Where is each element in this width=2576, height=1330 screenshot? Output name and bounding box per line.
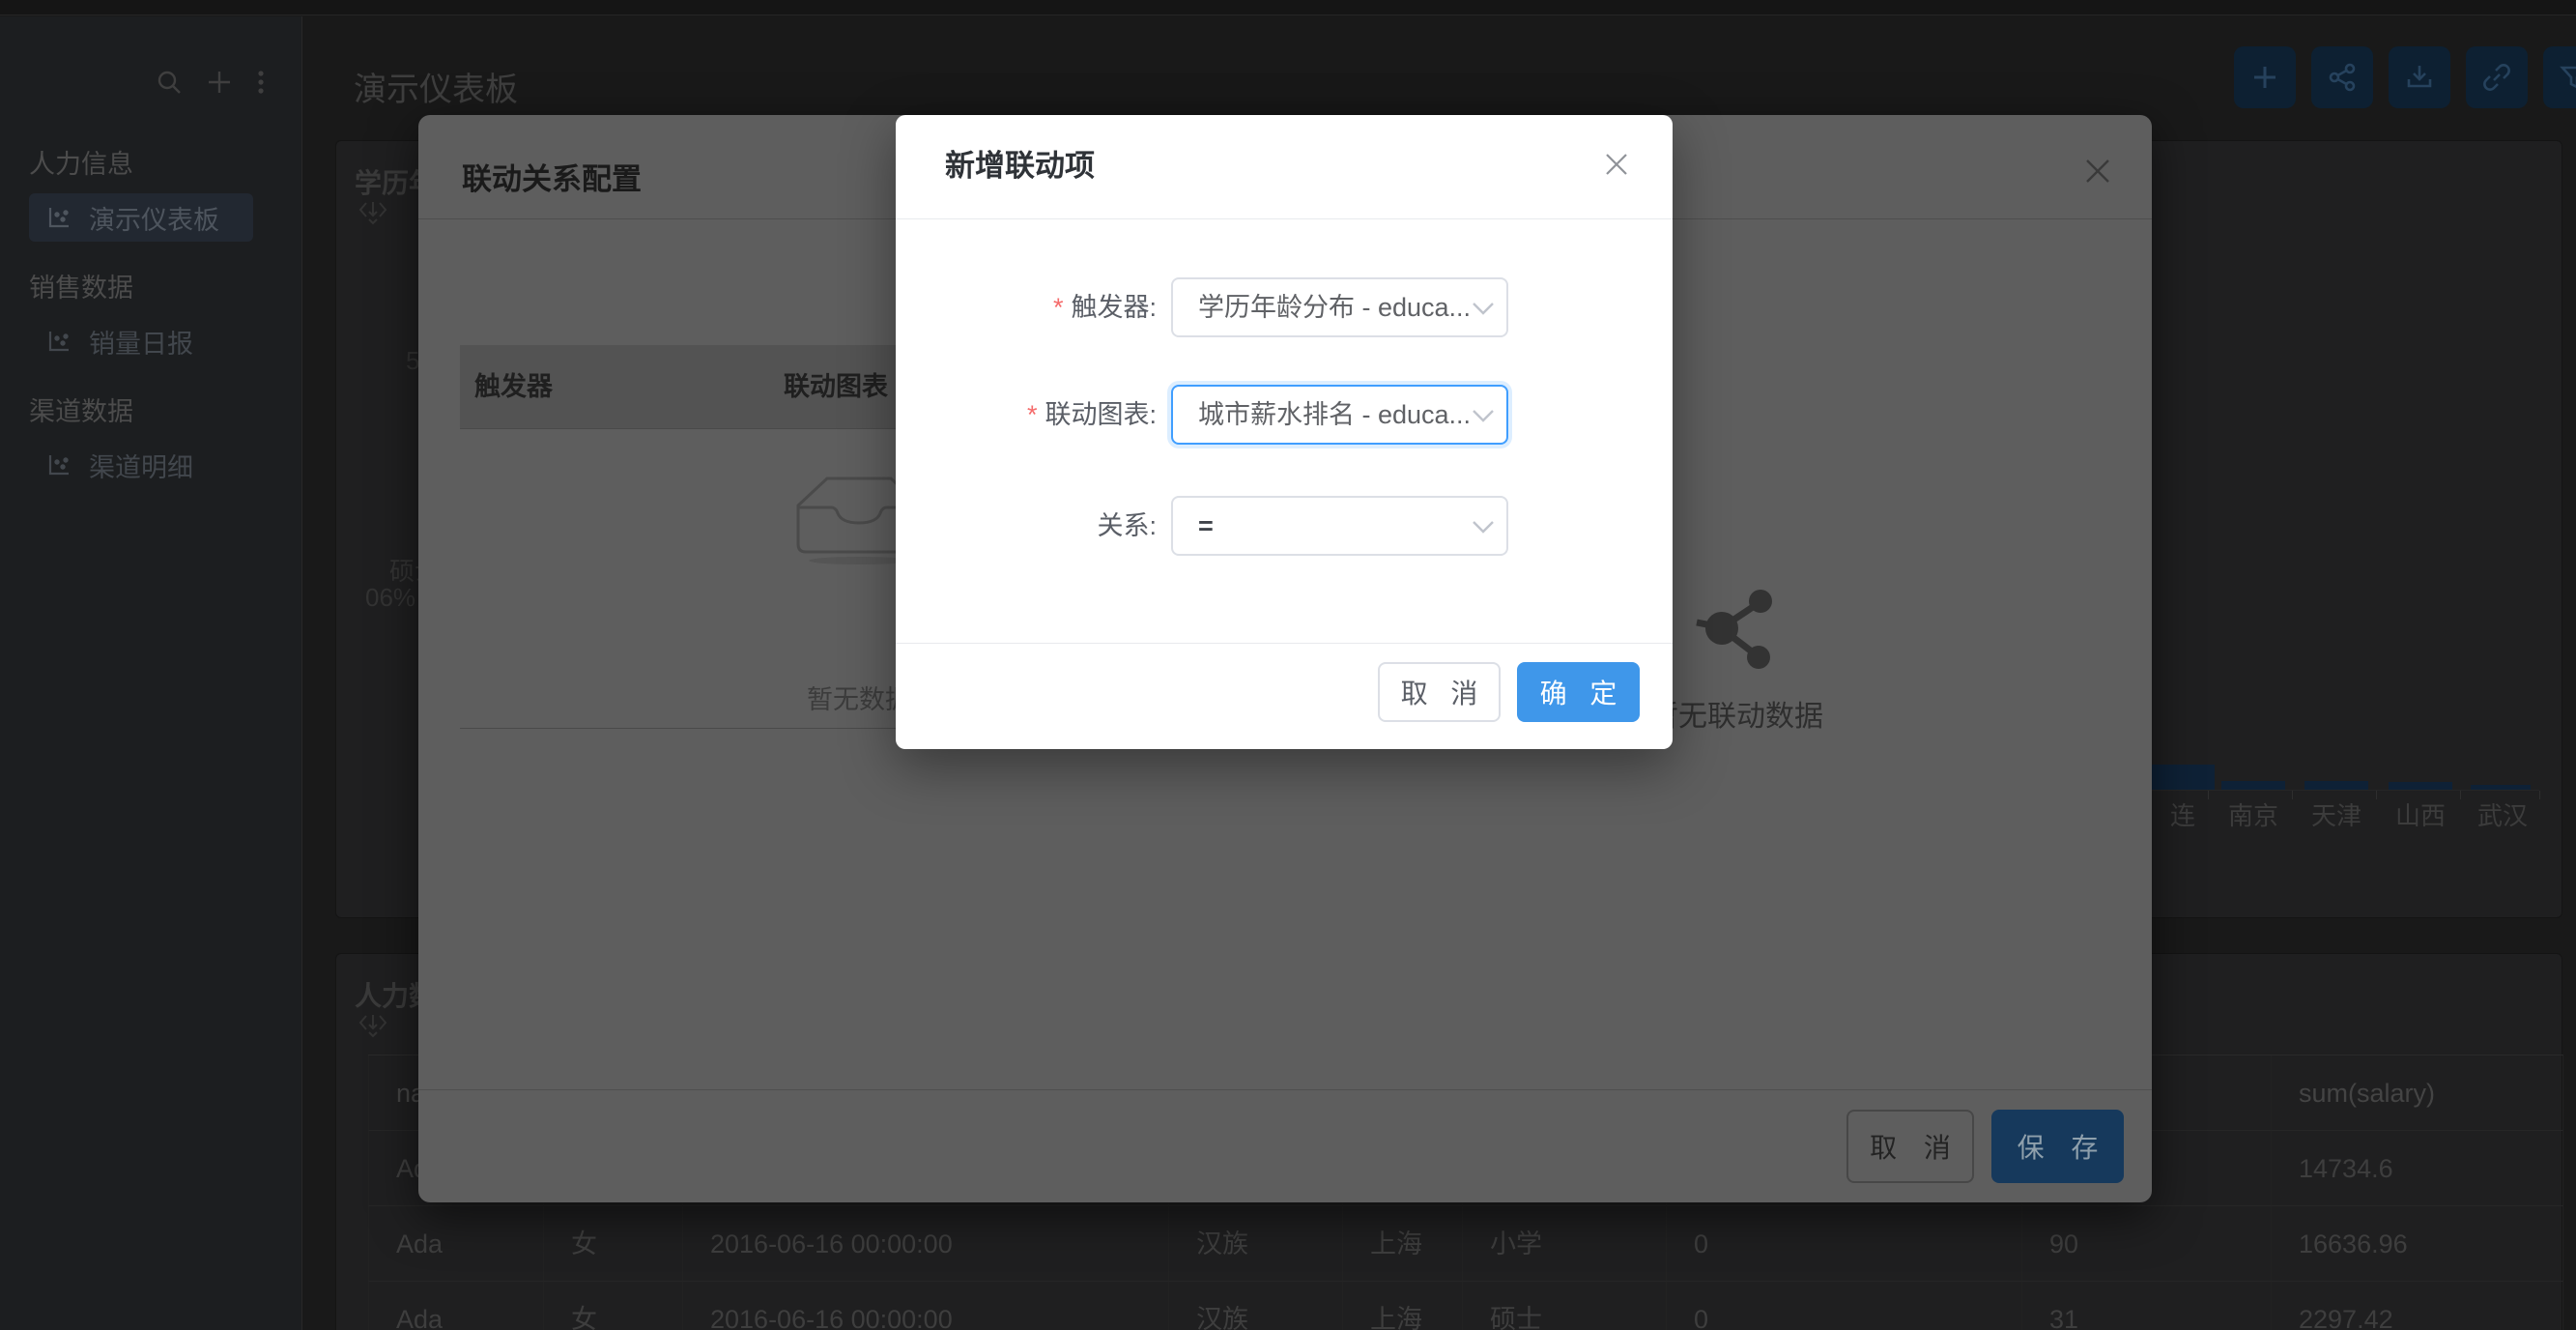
bar-shanxi[interactable]	[2389, 782, 2452, 790]
share-network-icon	[1695, 588, 1778, 671]
linked-chart-select[interactable]: 城市薪水排名 - educa...	[1171, 385, 1508, 445]
table-cell: 2016-06-16 00:00:00	[683, 1206, 1169, 1282]
table-cell: 女	[544, 1206, 683, 1282]
pie-slice-label: 06%	[365, 583, 415, 613]
table-cell: 2297.42	[2272, 1282, 2563, 1330]
chart-icon	[46, 205, 72, 230]
page-title: 演示仪表板	[354, 63, 518, 110]
confirm-button[interactable]: 确 定	[1517, 662, 1640, 722]
app-screen: 人力信息 演示仪表板 销售数据 销量日报 渠道数据 渠道明细 演示仪表板	[0, 0, 2576, 1330]
cancel-button[interactable]: 取 消	[1378, 662, 1501, 722]
chevron-down-icon	[1472, 520, 1495, 539]
x-axis	[2114, 790, 2539, 791]
divider	[896, 643, 1673, 644]
form-row-relation: 关系: =	[896, 496, 1673, 556]
drill-icon[interactable]	[358, 1010, 387, 1044]
kebab-icon[interactable]	[255, 68, 267, 97]
close-icon[interactable]	[1604, 152, 1629, 177]
chevron-down-icon	[1472, 409, 1495, 428]
download-button[interactable]	[2389, 46, 2450, 108]
table-cell: 14734.6	[2272, 1131, 2563, 1206]
table-cell: 90	[2022, 1206, 2272, 1282]
form-row-linked-chart: *联动图表: 城市薪水排名 - educa...	[896, 385, 1673, 445]
required-asterisk: *	[1027, 400, 1038, 429]
sidebar-item-label: 演示仪表板	[89, 199, 219, 237]
relation-select[interactable]: =	[1171, 496, 1508, 556]
table-cell: 0	[1667, 1282, 2022, 1330]
table-cell: 上海	[1343, 1282, 1463, 1330]
table-cell: 2016-06-16 00:00:00	[683, 1282, 1169, 1330]
x-axis-label: 武汉	[2445, 796, 2561, 832]
modal-title: 联动关系配置	[462, 155, 642, 198]
table-cell: 小学	[1463, 1206, 1667, 1282]
bar-wuhan[interactable]	[2471, 785, 2531, 790]
bar-dalian[interactable]	[2151, 765, 2215, 790]
search-icon[interactable]	[155, 68, 184, 97]
table-cell: Ada	[368, 1282, 544, 1330]
field-label: *触发器:	[896, 277, 1157, 337]
chart-icon	[46, 452, 72, 477]
form-row-trigger: *触发器: 学历年龄分布 - educa...	[896, 277, 1673, 337]
divider	[418, 1089, 2152, 1090]
table-cell: 31	[2022, 1282, 2272, 1330]
sidebar-item-channel-detail[interactable]: 渠道明细	[29, 441, 253, 489]
sidebar-group-channel: 渠道数据	[29, 390, 280, 428]
trigger-select[interactable]: 学历年龄分布 - educa...	[1171, 277, 1508, 337]
sidebar-item-label: 销量日报	[89, 323, 193, 361]
sidebar-group-sales: 销售数据	[29, 267, 280, 304]
plus-icon[interactable]	[205, 68, 234, 97]
select-value: 学历年龄分布 - educa...	[1198, 279, 1480, 335]
field-label: *联动图表:	[896, 385, 1157, 445]
sidebar-item-sales-daily[interactable]: 销量日报	[29, 317, 253, 365]
table-cell: 汉族	[1169, 1206, 1343, 1282]
bar-tianjin[interactable]	[2304, 781, 2368, 790]
table-cell: Ada	[368, 1206, 544, 1282]
sidebar-item-demo-dashboard[interactable]: 演示仪表板	[29, 193, 253, 242]
link-button[interactable]	[2466, 46, 2528, 108]
column-header[interactable]: sum(salary)	[2272, 1055, 2563, 1131]
table-cell: 硕士	[1463, 1282, 1667, 1330]
filter-icon	[2559, 62, 2576, 93]
add-linkage-modal: 新增联动项 *触发器: 学历年龄分布 - educa... *联动图表: 城市薪…	[896, 115, 1673, 749]
cancel-button[interactable]: 取 消	[1846, 1110, 1974, 1183]
table-cell: 女	[544, 1282, 683, 1330]
drill-icon[interactable]	[358, 197, 387, 231]
close-icon[interactable]	[2083, 157, 2112, 186]
save-button[interactable]: 保 存	[1991, 1110, 2124, 1183]
sidebar-group-hr: 人力信息	[29, 143, 280, 181]
chart-icon	[46, 329, 72, 354]
add-component-button[interactable]	[2234, 46, 2296, 108]
download-icon	[2404, 62, 2435, 93]
plus-icon	[2249, 62, 2280, 93]
filter-button[interactable]	[2543, 46, 2576, 108]
field-label: 关系:	[896, 496, 1157, 556]
link-icon	[2481, 62, 2512, 93]
sidebar-item-label: 渠道明细	[89, 447, 193, 484]
table-cell: 16636.96	[2272, 1206, 2563, 1282]
table-cell: 上海	[1343, 1206, 1463, 1282]
bar-nanjing[interactable]	[2221, 781, 2285, 790]
select-value: 城市薪水排名 - educa...	[1198, 387, 1480, 443]
select-value: =	[1198, 498, 1480, 554]
sidebar-toolbar	[155, 67, 280, 98]
column-header-trigger: 触发器	[460, 345, 769, 428]
modal-title: 新增联动项	[945, 141, 1095, 185]
share-icon	[2327, 62, 2358, 93]
sidebar: 人力信息 演示仪表板 销售数据 销量日报 渠道数据 渠道明细	[0, 16, 302, 1330]
table-cell: 汉族	[1169, 1282, 1343, 1330]
required-asterisk: *	[1053, 293, 1064, 322]
share-button[interactable]	[2311, 46, 2373, 108]
divider	[896, 218, 1673, 219]
table-cell: 0	[1667, 1206, 2022, 1282]
chevron-down-icon	[1472, 302, 1495, 321]
top-strip	[0, 0, 2576, 15]
